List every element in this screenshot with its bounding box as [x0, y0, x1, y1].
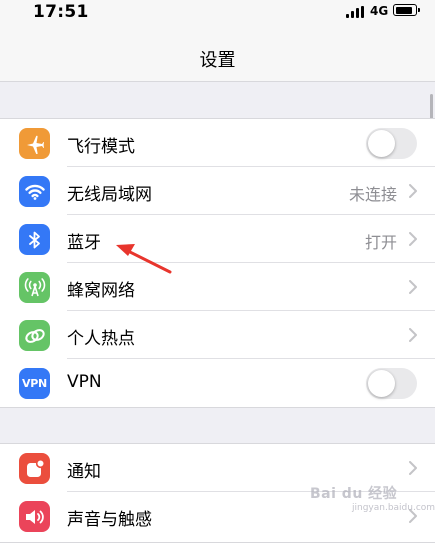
watermark: Bai du 经验	[310, 486, 398, 502]
status-bar: 17:51 4G	[0, 0, 435, 26]
settings-row[interactable]: 个人热点	[0, 311, 435, 359]
watermark-subtext: jingyan.baidu.com	[352, 503, 435, 513]
settings-row-label: 蓝牙	[67, 233, 101, 253]
hotspot-link-icon	[19, 320, 50, 351]
speaker-icon	[19, 501, 50, 532]
toggle-switch[interactable]	[366, 128, 417, 159]
settings-row[interactable]: 蓝牙 打开	[0, 215, 435, 263]
settings-row[interactable]: 飞行模式	[0, 119, 435, 167]
vpn-icon: VPN	[19, 368, 50, 399]
vpn-icon-text: VPN	[22, 377, 47, 390]
settings-row[interactable]: 蜂窝网络	[0, 263, 435, 311]
chevron-right-icon	[409, 183, 417, 198]
settings-row-label: VPN	[67, 372, 102, 392]
settings-row-label: 声音与触感	[67, 510, 152, 530]
chevron-right-icon	[409, 279, 417, 294]
airplane-icon	[19, 128, 50, 159]
page-title: 设置	[199, 50, 236, 71]
settings-row-label: 通知	[67, 462, 101, 482]
chevron-right-icon	[409, 460, 417, 475]
signal-strength-icon	[346, 6, 364, 18]
chevron-right-icon	[409, 231, 417, 246]
settings-row[interactable]: 无线局域网 未连接	[0, 167, 435, 215]
toggle-knob	[368, 370, 395, 397]
settings-row-label: 个人热点	[67, 329, 135, 349]
settings-group-connectivity: 飞行模式无线局域网 未连接蓝牙 打开蜂窝网络个人热点 VPN VPN	[0, 118, 435, 408]
battery-icon	[393, 4, 420, 16]
settings-row-value: 未连接	[348, 185, 397, 204]
settings-row[interactable]: VPN VPN	[0, 359, 435, 407]
navigation-bar: 设置	[0, 26, 435, 82]
chevron-right-icon	[409, 327, 417, 342]
settings-row-value: 打开	[364, 233, 397, 252]
settings-row-label: 无线局域网	[67, 185, 152, 205]
notifications-icon	[19, 453, 50, 484]
toggle-switch[interactable]	[366, 368, 417, 399]
status-time: 17:51	[33, 2, 89, 22]
cellular-antenna-icon	[19, 272, 50, 303]
settings-row-label: 飞行模式	[67, 137, 135, 157]
toggle-knob	[368, 130, 395, 157]
network-type: 4G	[370, 4, 389, 18]
wifi-icon	[19, 176, 50, 207]
bluetooth-icon	[19, 224, 50, 255]
settings-row-label: 蜂窝网络	[67, 281, 135, 301]
